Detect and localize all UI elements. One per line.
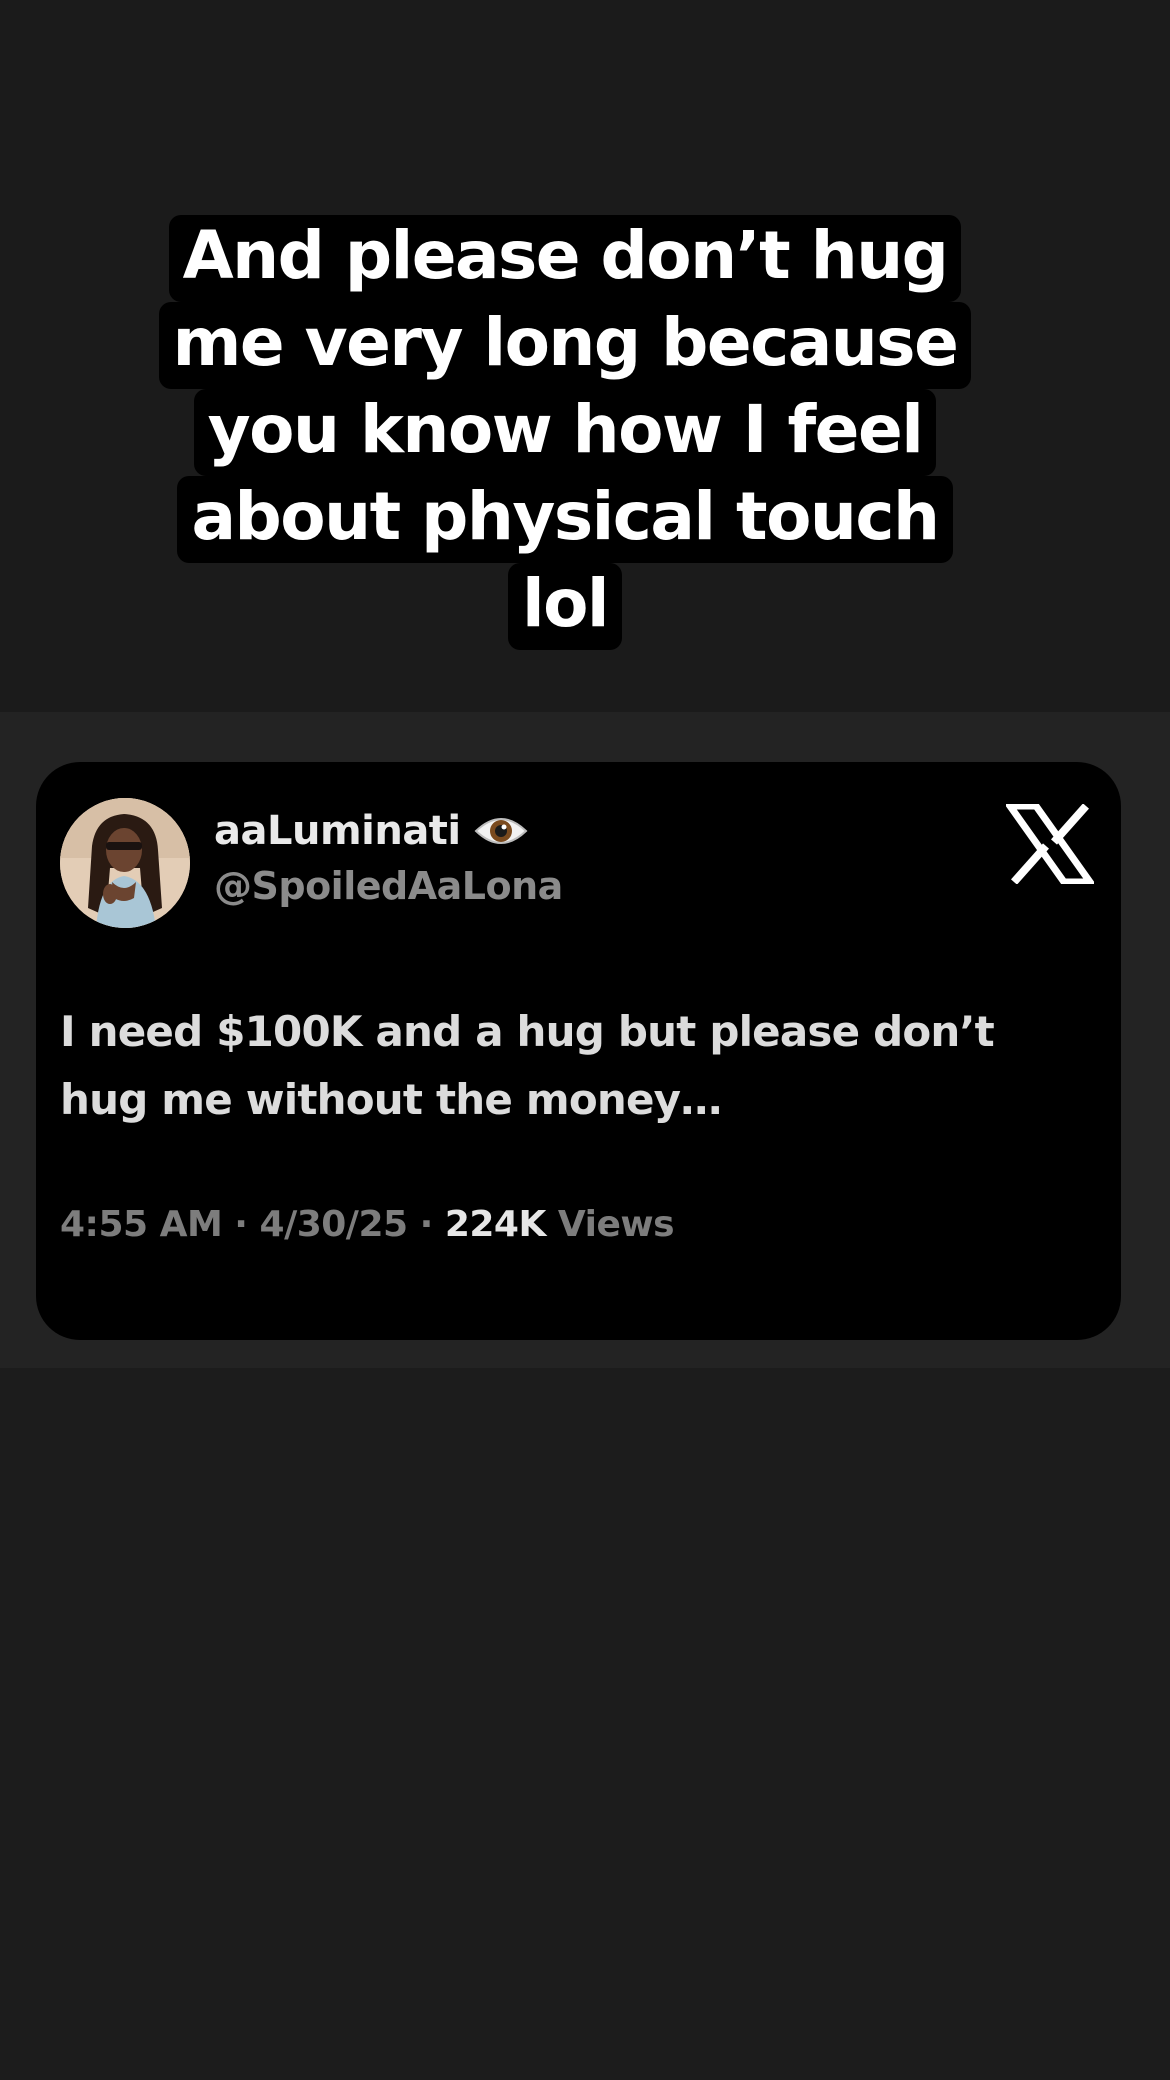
caption-text-line-4: about physical touch bbox=[177, 476, 953, 563]
tweet-meta: 4:55 AM · 4/30/25 · 224K Views bbox=[60, 1204, 675, 1245]
tweet-card[interactable]: aaLuminati @SpoiledAaLona I need $100K a… bbox=[36, 762, 1121, 1340]
views-count: 224K bbox=[444, 1204, 547, 1245]
author-handle[interactable]: @SpoiledAaLona bbox=[214, 864, 563, 908]
tweet-text-line-1: I need $100K and a hug but please don’t bbox=[60, 1007, 995, 1056]
caption-text-line-3: you know how I feel bbox=[193, 389, 937, 476]
caption-text-line-1: And please don’t hug bbox=[168, 215, 962, 302]
overlay-caption: And please don’t hug me very long becaus… bbox=[150, 212, 980, 650]
meta-separator: · bbox=[407, 1204, 445, 1245]
views-label: Views bbox=[545, 1204, 675, 1245]
tweet-text: I need $100K and a hug but please don’t … bbox=[60, 998, 1100, 1134]
tweet-time[interactable]: 4:55 AM bbox=[60, 1204, 223, 1245]
tweet-text-line-2: hug me without the money… bbox=[60, 1075, 722, 1124]
author-name-line: aaLuminati bbox=[214, 808, 529, 854]
x-logo-icon bbox=[1003, 802, 1097, 886]
display-name[interactable]: aaLuminati bbox=[214, 808, 461, 854]
caption-text-line-2: me very long because bbox=[158, 302, 972, 389]
meta-separator: · bbox=[222, 1204, 260, 1245]
tweet-date[interactable]: 4/30/25 bbox=[260, 1204, 409, 1245]
avatar[interactable] bbox=[60, 798, 190, 928]
caption-text-line-5: lol bbox=[507, 563, 623, 650]
eye-emoji-icon bbox=[473, 813, 529, 849]
